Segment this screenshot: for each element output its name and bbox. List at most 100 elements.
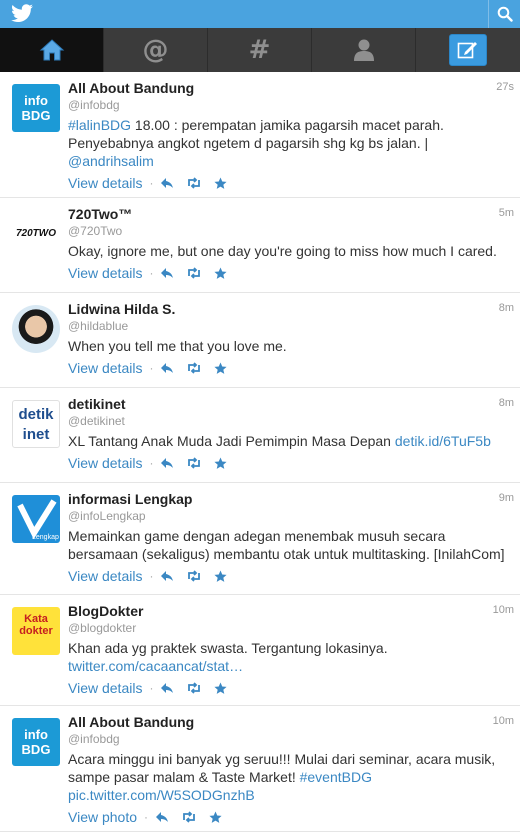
url-link[interactable]: twitter.com/cacaancat/stat…: [68, 658, 243, 674]
favorite-star-icon[interactable]: [214, 177, 228, 190]
tweet-actions: View details ·: [68, 175, 514, 191]
twitter-bird-icon[interactable]: [10, 4, 34, 24]
tweet[interactable]: detik inet detikinet @detikinet XL Tanta…: [0, 388, 520, 483]
retweet-icon[interactable]: [186, 682, 202, 694]
avatar[interactable]: detik inet: [12, 400, 60, 448]
compose-icon: [457, 42, 477, 59]
tweet-content: All About Bandung @infobdg Acara minggu …: [68, 714, 514, 825]
tweet-timestamp: 9m: [498, 492, 514, 504]
main-nav: @ #: [0, 28, 520, 72]
tweet[interactable]: Lidwina Hilda S. @hildablue When you tel…: [0, 293, 520, 388]
tweet-content: All About Bandung @infobdg #lalinBDG 18.…: [68, 80, 514, 191]
retweet-icon[interactable]: [181, 811, 197, 823]
tweet[interactable]: Lengkap informasi Lengkap @infoLengkap M…: [0, 483, 520, 595]
reply-icon[interactable]: [160, 267, 174, 279]
favorite-star-icon[interactable]: [214, 570, 228, 583]
author-name[interactable]: BlogDokter: [68, 603, 514, 620]
favorite-star-icon[interactable]: [214, 457, 228, 470]
retweet-icon[interactable]: [186, 570, 202, 582]
retweet-icon[interactable]: [186, 177, 202, 189]
tab-home[interactable]: [0, 28, 104, 72]
photo-link[interactable]: pic.twitter.com/W5SODGnzhB: [68, 787, 255, 803]
tab-discover[interactable]: #: [208, 28, 312, 72]
favorite-star-icon[interactable]: [214, 362, 228, 375]
home-icon: [39, 39, 64, 61]
view-details-link[interactable]: View details: [68, 175, 142, 191]
retweet-icon[interactable]: [186, 457, 202, 469]
avatar-text: info BDG: [21, 93, 51, 123]
hashtag-link[interactable]: #eventBDG: [300, 769, 372, 785]
favorite-star-icon[interactable]: [214, 682, 228, 695]
tweet-timestamp: 27s: [496, 81, 514, 93]
tab-connect[interactable]: @: [104, 28, 208, 72]
tweet[interactable]: Kata dokter BlogDokter @blogdokter Khan …: [0, 595, 520, 706]
author-name[interactable]: All About Bandung: [68, 714, 514, 731]
tweet-text: Acara minggu ini banyak yg seruu!!! Mula…: [68, 750, 514, 804]
view-photo-link[interactable]: View photo: [68, 809, 137, 825]
tweet-actions: View details ·: [68, 568, 514, 584]
tweet-timestamp: 8m: [498, 302, 514, 314]
avatar[interactable]: info BDG: [12, 84, 60, 132]
favorite-star-icon[interactable]: [209, 811, 222, 824]
text-span: Acara minggu ini banyak yg seruu!!! Mula…: [68, 751, 496, 785]
separator-dot: ·: [149, 361, 154, 375]
tweet-text: Memainkan game dengan adegan menembak mu…: [68, 528, 505, 562]
author-name[interactable]: All About Bandung: [68, 80, 514, 97]
view-details-link[interactable]: View details: [68, 360, 142, 376]
tweet-content: Lidwina Hilda S. @hildablue When you tel…: [68, 301, 514, 376]
tweet-text: XL Tantang Anak Muda Jadi Pemimpin Masa …: [68, 432, 514, 450]
reply-icon[interactable]: [160, 682, 174, 694]
retweet-icon[interactable]: [186, 267, 202, 279]
compose-button[interactable]: [449, 34, 487, 66]
reply-icon[interactable]: [160, 570, 174, 582]
tweet[interactable]: 720TWO 720Two™ @720Two Okay, ignore me, …: [0, 198, 520, 293]
author-handle: @infoLengkap: [68, 509, 146, 523]
avatar[interactable]: 720TWO: [12, 210, 60, 258]
author-name[interactable]: informasi Lengkap: [68, 491, 514, 508]
avatar[interactable]: info BDG: [12, 718, 60, 766]
tweet-text: Khan ada yg praktek swasta. Tergantung l…: [68, 639, 514, 675]
view-details-link[interactable]: View details: [68, 265, 142, 281]
compose-tab: [416, 28, 520, 72]
author-handle: @hildablue: [68, 319, 129, 333]
avatar-text: detik inet: [18, 406, 54, 443]
retweet-icon[interactable]: [186, 362, 202, 374]
avatar-text: Kata dokter: [19, 613, 53, 637]
tweet-content: 720Two™ @720Two Okay, ignore me, but one…: [68, 206, 514, 281]
at-icon: @: [142, 35, 169, 65]
separator-dot: ·: [149, 266, 154, 280]
avatar[interactable]: [12, 305, 60, 353]
favorite-star-icon[interactable]: [214, 267, 228, 280]
tweet-content: BlogDokter @blogdokter Khan ada yg prakt…: [68, 603, 514, 696]
search-button[interactable]: [488, 0, 520, 28]
author-handle: @infobdg: [68, 732, 120, 746]
tweet-timestamp: 5m: [498, 207, 514, 219]
avatar[interactable]: Lengkap: [12, 495, 60, 543]
mention-link[interactable]: @andrihsalim: [68, 153, 154, 169]
search-icon: [497, 6, 513, 22]
reply-icon[interactable]: [155, 811, 169, 823]
avatar-text: info BDG: [21, 727, 51, 757]
tweet-content: informasi Lengkap @infoLengkap Memainkan…: [68, 491, 514, 584]
separator-dot: ·: [149, 176, 154, 190]
view-details-link[interactable]: View details: [68, 568, 142, 584]
view-details-link[interactable]: View details: [68, 680, 142, 696]
hashtag-link[interactable]: #lalinBDG: [68, 117, 131, 133]
author-name[interactable]: Lidwina Hilda S.: [68, 301, 514, 318]
author-name[interactable]: 720Two™: [68, 206, 514, 223]
author-name[interactable]: detikinet: [68, 396, 514, 413]
reply-icon[interactable]: [160, 457, 174, 469]
tweet-text: #lalinBDG 18.00 : perempatan jamika paga…: [68, 116, 514, 170]
url-link[interactable]: detik.id/6TuF5b: [395, 433, 491, 449]
tweet[interactable]: info BDG All About Bandung @infobdg Acar…: [0, 706, 520, 832]
reply-icon[interactable]: [160, 362, 174, 374]
avatar-text: Lengkap: [32, 534, 59, 541]
avatar[interactable]: Kata dokter: [12, 607, 60, 655]
tweet-content: detikinet @detikinet XL Tantang Anak Mud…: [68, 396, 514, 471]
tab-me[interactable]: [312, 28, 416, 72]
tweet[interactable]: info BDG All About Bandung @infobdg #lal…: [0, 72, 520, 198]
tweet-actions: View photo ·: [68, 809, 514, 825]
view-details-link[interactable]: View details: [68, 455, 142, 471]
reply-icon[interactable]: [160, 177, 174, 189]
separator-dot: ·: [149, 456, 154, 470]
